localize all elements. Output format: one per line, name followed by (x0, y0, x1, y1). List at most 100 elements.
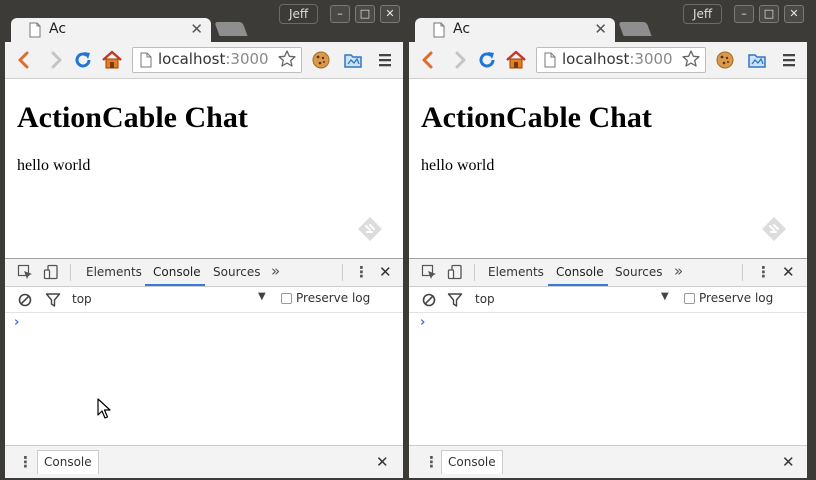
drawer-close-icon[interactable]: ✕ (782, 453, 795, 471)
drawer-menu-icon[interactable]: ⋮ (424, 453, 439, 471)
browser-tab[interactable]: Ac ✕ (11, 18, 211, 42)
tab-elements[interactable]: Elements (86, 265, 142, 279)
new-tab-button[interactable] (214, 22, 248, 36)
address-bar[interactable]: localhost:3000 (536, 47, 706, 73)
browser-tab[interactable]: Ac ✕ (415, 18, 615, 42)
minimize-icon[interactable]: – (734, 5, 754, 23)
page-content: ActionCable Chat hello world (5, 79, 403, 258)
console-filter-bar: top ▼ Preserve log (409, 287, 807, 313)
context-selector[interactable]: top (72, 292, 92, 306)
preserve-log-checkbox[interactable] (684, 293, 695, 304)
devtools-close-icon[interactable]: ✕ (379, 263, 392, 281)
devtools-drawer: ⋮ Console ✕ (409, 445, 807, 478)
cookie-icon[interactable] (714, 49, 736, 71)
active-tab-indicator (145, 284, 205, 286)
folder-icon[interactable] (342, 49, 364, 71)
active-tab-indicator (548, 284, 608, 286)
back-icon[interactable] (417, 49, 439, 71)
maximize-icon[interactable]: □ (355, 5, 375, 23)
tab-close-icon[interactable]: ✕ (594, 20, 607, 38)
console-output[interactable]: › (409, 313, 807, 445)
device-icon[interactable] (43, 264, 59, 280)
home-icon[interactable] (505, 49, 527, 71)
window-close-icon[interactable]: ✕ (784, 5, 804, 23)
user-profile-button[interactable]: Jeff (279, 4, 319, 24)
filter-icon[interactable] (45, 292, 61, 308)
drawer-menu-icon[interactable]: ⋮ (18, 453, 33, 471)
devtools-menu-icon[interactable]: ⋮ (756, 263, 771, 281)
cookie-icon[interactable] (310, 49, 332, 71)
more-tabs-icon[interactable]: » (271, 262, 280, 280)
folder-icon[interactable] (746, 49, 768, 71)
drawer-tab-console[interactable]: Console (441, 450, 503, 474)
context-selector[interactable]: top (475, 292, 495, 306)
extension-badge-icon[interactable] (357, 216, 383, 242)
device-icon[interactable] (447, 264, 463, 280)
toolbar-separator (474, 264, 475, 281)
preserve-log-label[interactable]: Preserve log (296, 291, 370, 305)
url-text[interactable]: localhost:3000 (562, 50, 673, 68)
toolbar-separator (342, 264, 343, 281)
url-host: localhost (158, 50, 226, 68)
page-text: hello world (17, 157, 91, 174)
url-port: :3000 (629, 50, 673, 68)
chevron-down-icon[interactable]: ▼ (661, 291, 669, 302)
devtools-close-icon[interactable]: ✕ (782, 263, 795, 281)
preserve-log-checkbox[interactable] (281, 293, 292, 304)
tab-title: Ac (49, 21, 67, 37)
chevron-down-icon[interactable]: ▼ (258, 291, 266, 302)
page-favicon-icon (29, 22, 41, 38)
star-icon[interactable] (277, 49, 297, 69)
reload-icon[interactable] (476, 49, 498, 71)
tab-close-icon[interactable]: ✕ (190, 20, 203, 38)
tab-sources[interactable]: Sources (615, 265, 662, 279)
browser-toolbar: localhost:3000 (409, 42, 807, 79)
tab-console[interactable]: Console (153, 265, 201, 279)
menu-icon[interactable] (778, 49, 800, 71)
new-tab-button[interactable] (618, 22, 652, 36)
back-icon[interactable] (13, 49, 35, 71)
console-prompt-icon: › (420, 315, 426, 330)
preserve-log-label[interactable]: Preserve log (699, 291, 773, 305)
star-icon[interactable] (681, 49, 701, 69)
title-bar: Ac ✕ Jeff – □ ✕ (409, 0, 807, 42)
page-icon (140, 52, 152, 68)
extension-badge-icon[interactable] (761, 216, 787, 242)
tab-sources[interactable]: Sources (213, 265, 260, 279)
minimize-icon[interactable]: – (330, 5, 350, 23)
clear-console-icon[interactable] (17, 292, 33, 308)
drawer-tab-console[interactable]: Console (37, 450, 99, 474)
devtools-tabbar: Elements Console Sources » ⋮ ✕ (5, 259, 403, 287)
browser-window-left: Ac ✕ Jeff – □ ✕ localhost:3000 ActionCab… (5, 0, 403, 478)
clear-console-icon[interactable] (421, 292, 437, 308)
tab-elements[interactable]: Elements (488, 265, 544, 279)
browser-toolbar: localhost:3000 (5, 42, 403, 79)
window-close-icon[interactable]: ✕ (380, 5, 400, 23)
more-tabs-icon[interactable]: » (674, 262, 683, 280)
filter-icon[interactable] (447, 292, 463, 308)
address-bar[interactable]: localhost:3000 (132, 47, 302, 73)
page-favicon-icon (433, 22, 445, 38)
page-content: ActionCable Chat hello world (409, 79, 807, 258)
reload-icon[interactable] (72, 49, 94, 71)
home-icon[interactable] (101, 49, 123, 71)
devtools-tabbar: Elements Console Sources » ⋮ ✕ (409, 259, 807, 287)
tab-console[interactable]: Console (556, 265, 604, 279)
forward-icon[interactable] (45, 49, 67, 71)
console-prompt-icon: › (14, 315, 20, 330)
devtools-panel: Elements Console Sources » ⋮ ✕ top ▼ Pre… (5, 258, 403, 478)
console-output[interactable]: › (5, 313, 403, 445)
forward-icon[interactable] (449, 49, 471, 71)
drawer-close-icon[interactable]: ✕ (376, 453, 389, 471)
user-profile-button[interactable]: Jeff (683, 4, 723, 24)
toolbar-separator (70, 264, 71, 281)
inspect-icon[interactable] (421, 264, 437, 280)
devtools-menu-icon[interactable]: ⋮ (354, 263, 369, 281)
page-heading: ActionCable Chat (421, 101, 652, 134)
maximize-icon[interactable]: □ (759, 5, 779, 23)
console-filter-bar: top ▼ Preserve log (5, 287, 403, 313)
url-host: localhost (562, 50, 630, 68)
inspect-icon[interactable] (17, 264, 33, 280)
menu-icon[interactable] (374, 49, 396, 71)
url-text[interactable]: localhost:3000 (158, 50, 269, 68)
